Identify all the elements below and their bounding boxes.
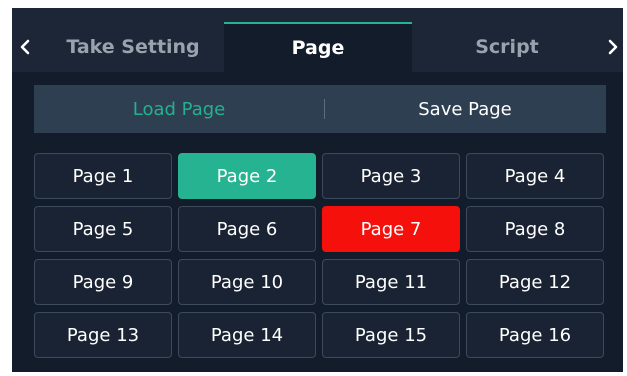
page-button-4[interactable]: Page 4 [466, 153, 604, 199]
page-button-10[interactable]: Page 10 [178, 259, 316, 305]
page-button-14[interactable]: Page 14 [178, 312, 316, 358]
page-button-11[interactable]: Page 11 [322, 259, 460, 305]
page-button-2[interactable]: Page 2 [178, 153, 316, 199]
page-action-bar: Load Page Save Page [34, 85, 606, 133]
tab-script[interactable]: Script [412, 22, 602, 72]
tab-page[interactable]: Page [224, 22, 412, 72]
chevron-right-icon[interactable] [602, 22, 624, 72]
page-button-9[interactable]: Page 9 [34, 259, 172, 305]
load-page-button[interactable]: Load Page [34, 85, 324, 133]
page-panel: Take Setting Page Script Load Page Save … [12, 8, 623, 372]
page-grid: Page 1 Page 2 Page 3 Page 4 Page 5 Page 6 Page… [34, 153, 606, 363]
page-button-12[interactable]: Page 12 [466, 259, 604, 305]
chevron-left-icon[interactable] [14, 22, 36, 72]
save-page-button[interactable]: Save Page [324, 85, 606, 133]
tab-take-setting[interactable]: Take Setting [42, 22, 224, 72]
page-button-15[interactable]: Page 15 [322, 312, 460, 358]
page-button-8[interactable]: Page 8 [466, 206, 604, 252]
page-button-6[interactable]: Page 6 [178, 206, 316, 252]
page-button-13[interactable]: Page 13 [34, 312, 172, 358]
page-button-3[interactable]: Page 3 [322, 153, 460, 199]
page-button-16[interactable]: Page 16 [466, 312, 604, 358]
page-button-7[interactable]: Page 7 [322, 206, 460, 252]
page-button-5[interactable]: Page 5 [34, 206, 172, 252]
page-button-1[interactable]: Page 1 [34, 153, 172, 199]
tab-bar: Take Setting Page Script [12, 8, 623, 72]
